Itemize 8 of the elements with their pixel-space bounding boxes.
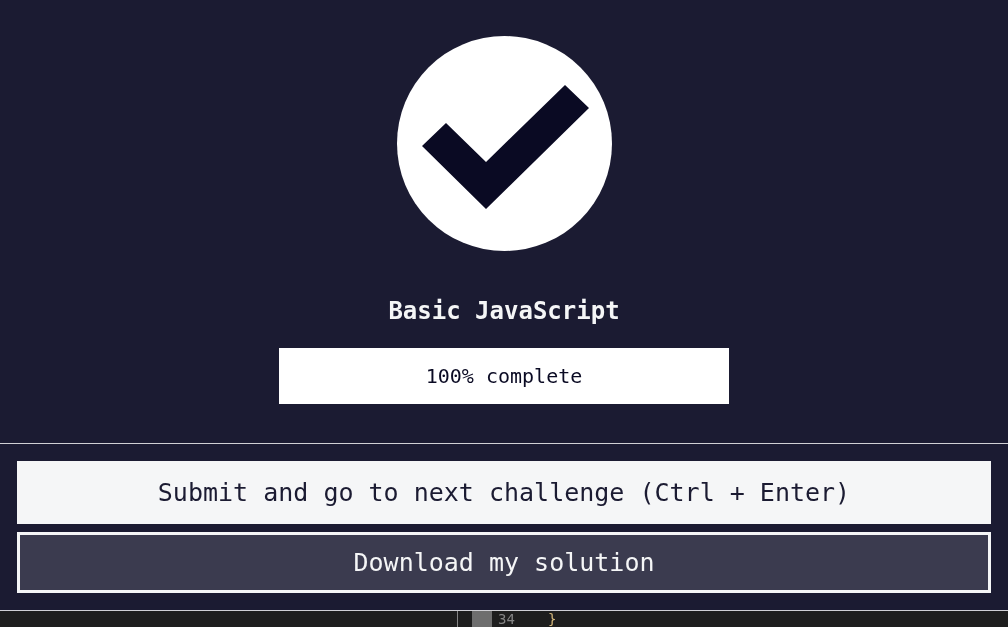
check-circle-icon [396,36,612,251]
submit-button[interactable]: Submit and go to next challenge (Ctrl + Enter) [17,461,991,524]
completion-title: Basic JavaScript [388,296,620,327]
line-number: 34 [498,611,516,627]
download-button[interactable]: Download my solution [17,532,991,593]
code-line: } [548,611,557,627]
progress-label: 100% complete [424,363,584,390]
scrollbar-thumb[interactable] [472,611,492,627]
